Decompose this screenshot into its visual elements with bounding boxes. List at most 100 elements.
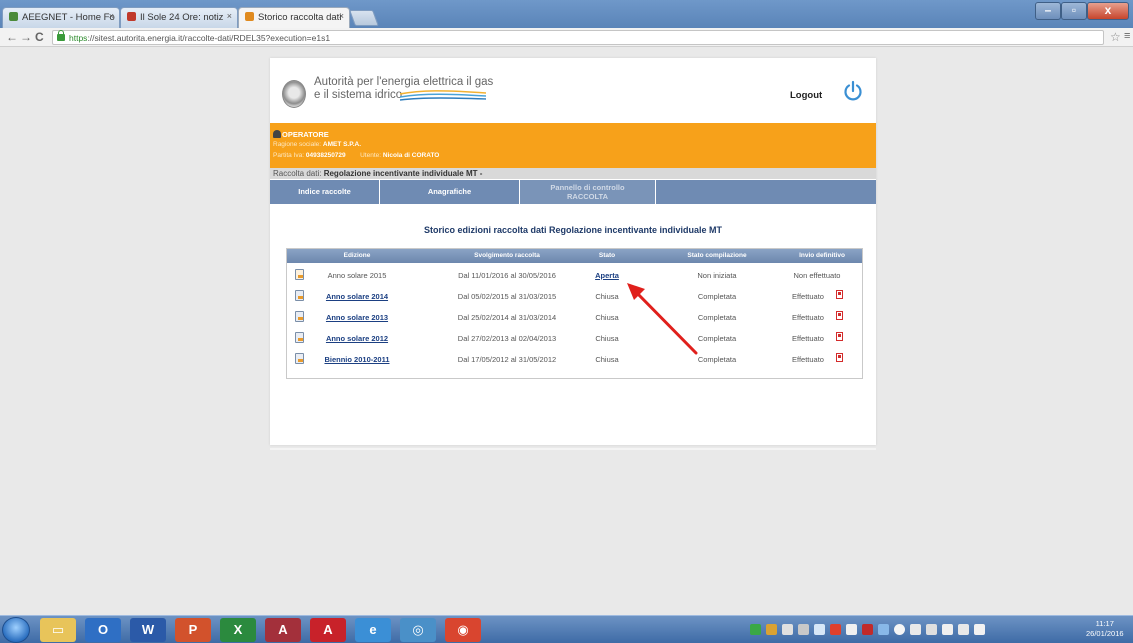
tab-pannello-controllo[interactable]: Pannello di controllo RACCOLTA (520, 180, 656, 204)
lock-icon (57, 30, 65, 41)
table-header: Edizione Svolgimento raccolta Stato Stat… (287, 249, 862, 263)
table-row: Anno solare 2012 Dal 27/02/2013 al 02/04/… (287, 328, 862, 349)
header-stato-compilazione: Stato compilazione (687, 252, 747, 259)
close-icon[interactable]: × (339, 11, 344, 21)
table-row: Anno solare 2014 Dal 05/02/2015 al 31/03/… (287, 286, 862, 307)
svolgimento-cell: Dal 27/02/2013 al 02/04/2013 (457, 334, 557, 343)
compilazione-cell: Completata (697, 355, 737, 364)
tray-app-icon[interactable] (814, 624, 825, 635)
logout-link[interactable]: Logout (790, 90, 822, 101)
pdf-icon[interactable] (836, 353, 843, 362)
autorita-favicon-icon (245, 12, 254, 21)
aeegnet-favicon-icon (9, 12, 18, 21)
compilazione-cell: Non iniziata (697, 271, 737, 280)
pdf-icon[interactable] (836, 311, 843, 320)
logo-waves-icon (400, 90, 486, 101)
windows-taskbar: ▭ O W P X A Ae ◎ ◉ 11:17 26/01/2016 (0, 615, 1133, 643)
tab-sole24ore[interactable]: Il Sole 24 Ore: notiz × (120, 7, 238, 28)
compilazione-cell: Completata (697, 292, 737, 301)
edizione-cell[interactable]: Biennio 2010-2011 (313, 355, 401, 364)
tab-aeegnet[interactable]: AEEGNET - Home Fo × (2, 7, 120, 28)
close-icon[interactable]: × (109, 11, 114, 21)
bookmark-star-icon[interactable]: ☆ (1110, 30, 1121, 44)
partita-iva-line: Partita Iva: 04938250729 Utente: Nicola … (273, 152, 440, 159)
edizione-cell[interactable]: Anno solare 2013 (313, 313, 401, 322)
edition-document-icon (295, 353, 304, 364)
header-svolgimento: Svolgimento raccolta (474, 252, 540, 259)
user-group-icon (273, 130, 281, 138)
header-stato: Stato (598, 252, 616, 259)
tray-app-icon[interactable] (846, 624, 857, 635)
internet-explorer-icon[interactable]: e (355, 618, 391, 642)
compilazione-cell: Completata (697, 334, 737, 343)
window-close-button[interactable]: x (1087, 2, 1129, 20)
menu-icon[interactable]: ≡ (1124, 30, 1130, 42)
invio-cell: Effettuato (792, 313, 824, 322)
tray-app-icon[interactable] (910, 624, 921, 635)
tray-volume-icon[interactable] (958, 624, 969, 635)
tab-indice-raccolte[interactable]: Indice raccolte (270, 180, 380, 204)
edizione-cell[interactable]: Anno solare 2012 (313, 334, 401, 343)
reload-icon[interactable]: C (35, 30, 44, 44)
tray-app-icon[interactable] (830, 624, 841, 635)
tray-app-icon[interactable] (766, 624, 777, 635)
open-edition-icon (295, 269, 304, 280)
edizione-cell[interactable]: Anno solare 2014 (313, 292, 401, 301)
svolgimento-cell: Dal 17/05/2012 al 31/05/2012 (457, 355, 557, 364)
table-row: Anno solare 2013 Dal 25/02/2014 al 31/03/… (287, 307, 862, 328)
word-icon[interactable]: W (130, 618, 166, 642)
tab-title: Il Sole 24 Ore: notiz (140, 12, 224, 23)
tray-app-icon[interactable] (862, 624, 873, 635)
compilazione-cell: Completata (697, 313, 737, 322)
tab-storico-raccolta[interactable]: Storico raccolta dati × (238, 7, 350, 28)
logo-text-line1: Autorità per l'energia elettrica il gas (314, 76, 494, 88)
forward-arrow-icon[interactable]: → (20, 30, 32, 44)
edizione-cell: Anno solare 2015 (327, 271, 387, 280)
windows-start-icon[interactable] (2, 617, 30, 643)
tray-app-icon[interactable] (942, 624, 953, 635)
pdf-icon[interactable] (836, 290, 843, 299)
outlook-icon[interactable]: O (85, 618, 121, 642)
maximize-button[interactable]: ▫ (1061, 2, 1087, 20)
operator-info-band: OPERATORE Ragione sociale: AMET S.P.A. P… (270, 123, 876, 168)
table-row: Biennio 2010-2011 Dal 17/05/2012 al 31/05… (287, 349, 862, 370)
stato-cell: Chiusa (595, 355, 619, 364)
stato-cell[interactable]: Aperta (582, 271, 632, 280)
svolgimento-cell: Dal 11/01/2016 al 30/05/2016 (458, 271, 556, 280)
powerpoint-icon[interactable]: P (175, 618, 211, 642)
chrome-icon[interactable]: ◉ (445, 618, 481, 642)
tray-app-icon[interactable] (782, 624, 793, 635)
tab-anagrafiche[interactable]: Anagrafiche (380, 180, 520, 204)
taskbar-clock[interactable]: 11:17 26/01/2016 (1086, 619, 1124, 639)
back-arrow-icon[interactable]: ← (6, 30, 18, 44)
page-title: Storico edizioni raccolta dati Regolazio… (423, 225, 723, 235)
tray-app-icon[interactable] (878, 624, 889, 635)
navbar-filler (656, 180, 876, 204)
svolgimento-cell: Dal 25/02/2014 al 31/03/2014 (457, 313, 557, 322)
tray-network-icon[interactable] (750, 624, 761, 635)
tray-app-icon[interactable] (894, 624, 905, 635)
excel-icon[interactable]: X (220, 618, 256, 642)
header-invio-definitivo: Invio definitivo (799, 252, 845, 259)
access-icon[interactable]: A (265, 618, 301, 642)
page-footer-line (270, 448, 876, 450)
operator-title: OPERATORE (273, 130, 329, 139)
url-text: ://sitest.autorita.energia.it/raccolte-d… (87, 33, 331, 43)
invio-cell: Effettuato (792, 292, 824, 301)
minimize-button[interactable]: – (1035, 2, 1061, 20)
power-icon[interactable] (842, 80, 864, 102)
app-circle-icon[interactable]: ◎ (400, 618, 436, 642)
tray-app-icon[interactable] (926, 624, 937, 635)
invio-cell: Effettuato (792, 334, 824, 343)
pdf-icon[interactable] (836, 332, 843, 341)
tray-app-icon[interactable] (798, 624, 809, 635)
edition-document-icon (295, 290, 304, 301)
acrobat-icon[interactable]: A (310, 618, 346, 642)
new-tab-button[interactable] (349, 10, 379, 26)
tray-flag-icon[interactable] (974, 624, 985, 635)
logo-text-line2: e il sistema idrico (314, 89, 403, 101)
explorer-icon[interactable]: ▭ (40, 618, 76, 642)
address-bar[interactable]: https://sitest.autorita.energia.it/racco… (52, 30, 1104, 45)
browser-toolbar: ← → C https://sitest.autorita.energia.it… (0, 28, 1133, 47)
close-icon[interactable]: × (227, 11, 232, 21)
